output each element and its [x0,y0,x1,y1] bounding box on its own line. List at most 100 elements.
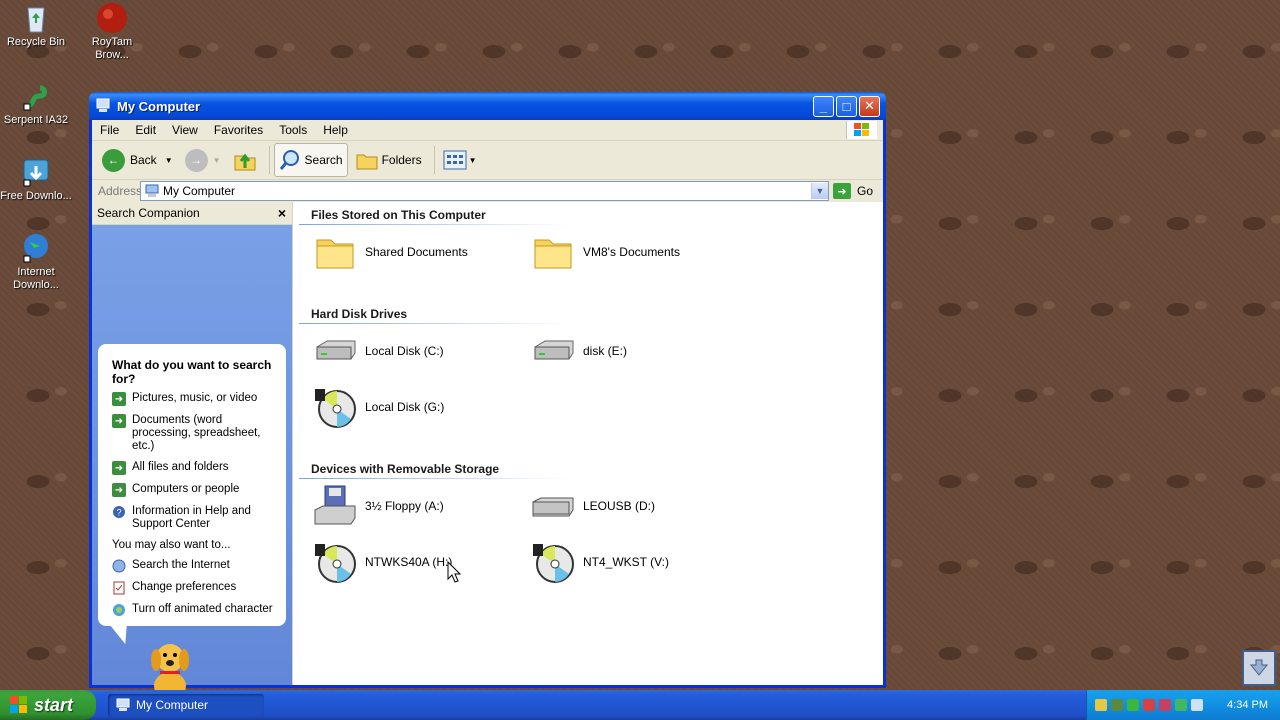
close-pane-button[interactable]: × [278,205,286,221]
item-local-disk-g[interactable]: Local Disk (G:) [313,385,444,429]
search-balloon: What do you want to search for? ➜ Picture… [98,344,286,626]
tray-icon-6[interactable] [1175,699,1187,711]
desktop-icon-internet-download[interactable]: Internet Downlo... [0,232,72,292]
item-label: NT4_WKST (V:) [583,555,670,569]
windows-logo [846,121,877,139]
clock[interactable]: 4:34 PM [1227,699,1268,711]
close-button[interactable]: ✕ [859,95,880,117]
computer-icon [96,98,110,112]
option-label: Computers or people [132,483,240,495]
maximize-button[interactable]: □ [836,95,857,117]
tray-icon-3[interactable] [1127,699,1139,711]
search-option-documents[interactable]: ➜ Documents (word processing, spreadsheet… [112,414,278,453]
go-button[interactable]: ➜ Go [833,183,883,199]
minimize-button[interactable]: _ [813,95,834,117]
hard-drive-icon [316,340,356,360]
option-label: All files and folders [132,461,229,473]
tray-icon-1[interactable] [1095,699,1107,711]
folders-button[interactable]: Folders [352,144,426,176]
toolbar-separator [433,146,435,174]
start-button[interactable]: start [0,690,96,720]
desktop-corner-button[interactable] [1242,650,1276,686]
help-icon: ? [113,506,125,518]
serpent-icon [23,85,47,111]
folders-label: Folders [381,153,422,167]
item-ntwks40a-h[interactable]: NTWKS40A (H:) [313,540,452,584]
taskbar: start My Computer 4:34 PM [0,690,1280,720]
address-dropdown-button[interactable]: ▼ [811,183,828,199]
item-vm8-documents[interactable]: VM8's Documents [531,230,680,274]
removable-drive-icon [532,497,574,517]
arrow-right-icon: ➜ [112,461,126,475]
taskbar-button-my-computer[interactable]: My Computer [108,693,264,717]
tray-icon-7[interactable] [1191,699,1203,711]
menu-edit[interactable]: Edit [127,123,164,137]
cd-drive-icon [533,544,574,583]
menu-view[interactable]: View [164,123,206,137]
item-nt4-wkst-v[interactable]: NT4_WKST (V:) [531,540,669,584]
browser-icon [97,3,127,33]
item-local-disk-c[interactable]: Local Disk (C:) [313,329,444,373]
item-floppy-a[interactable]: 3½ Floppy (A:) [313,484,444,528]
computer-icon [145,184,159,197]
menu-tools[interactable]: Tools [271,123,315,137]
group-header-files: Files Stored on This Computer [311,208,486,222]
address-input[interactable]: My Computer ▼ [140,181,829,201]
search-option-pictures[interactable]: ➜ Pictures, music, or video [112,392,278,406]
menu-favorites[interactable]: Favorites [206,123,271,137]
tray-icon-4[interactable] [1143,699,1155,711]
back-dropdown-icon[interactable]: ▼ [165,156,173,165]
search-companion-header: Search Companion × [92,202,292,225]
close-icon: ✕ [864,98,875,113]
item-shared-documents[interactable]: Shared Documents [313,230,468,274]
group-divider [299,323,569,324]
also-label: You may also want to... [112,539,231,551]
search-internet-icon [112,559,126,573]
desktop-icon-recycle-bin[interactable]: Recycle Bin [0,2,72,49]
item-leousb-d[interactable]: LEOUSB (D:) [531,484,655,528]
desktop-icon-free-download[interactable]: Free Downlo... [0,156,72,203]
views-button[interactable]: ▼ [439,144,481,176]
item-disk-e[interactable]: disk (E:) [531,329,627,373]
item-label: disk (E:) [583,344,628,358]
folder-icon [534,239,572,269]
item-label: NTWKS40A (H:) [365,555,453,569]
tray-icon-5[interactable] [1159,699,1171,711]
cd-drive-icon [315,389,356,428]
cd-drive-icon [315,544,356,583]
mouse-cursor-icon [447,561,461,583]
balloon-tail [110,626,134,644]
title-bar[interactable]: My Computer _ □ ✕ [89,92,886,120]
search-option-computers[interactable]: ➜ Computers or people [112,483,278,497]
recycle-bin-icon [27,7,45,33]
address-bar: Address My Computer ▼ ➜ Go [92,180,883,203]
group-divider [299,478,569,479]
search-option-all-files[interactable]: ➜ All files and folders [112,461,278,475]
group-header-removable: Devices with Removable Storage [311,462,500,476]
folders-icon [356,154,378,170]
search-internet-link[interactable]: Search the Internet [112,559,278,573]
desktop-icon-label: Recycle Bin [6,36,66,48]
back-button[interactable]: ← Back ▼ [98,144,177,176]
desktop-icon-browser[interactable]: RoyTam Brow... [76,2,148,62]
task-label: My Computer [136,698,209,712]
menu-file[interactable]: File [92,123,127,137]
window-title: My Computer [117,98,201,114]
option-label: Pictures, music, or video [132,392,258,404]
windows-flag-icon [854,123,869,136]
forward-button[interactable]: → ▼ [181,144,225,176]
search-option-help[interactable]: ? Information in Help and Support Center [112,505,278,531]
back-label: Back [130,153,157,167]
turn-off-character-link[interactable]: Turn off animated character [112,603,278,617]
tray-icon-2[interactable] [1111,699,1123,711]
search-companion-pane: Search Companion × What do you want to s… [92,202,292,702]
computer-icon [116,698,130,711]
search-button[interactable]: Search [273,143,348,177]
hard-drive-icon [534,340,574,360]
up-folder-button[interactable] [229,144,261,176]
desktop-icon-serpent[interactable]: Serpent IA32 [0,80,72,127]
change-preferences-link[interactable]: Change preferences [112,581,278,595]
desktop-icon-label: Serpent IA32 [3,114,69,126]
maximize-icon: □ [842,98,851,114]
menu-help[interactable]: Help [315,123,356,137]
